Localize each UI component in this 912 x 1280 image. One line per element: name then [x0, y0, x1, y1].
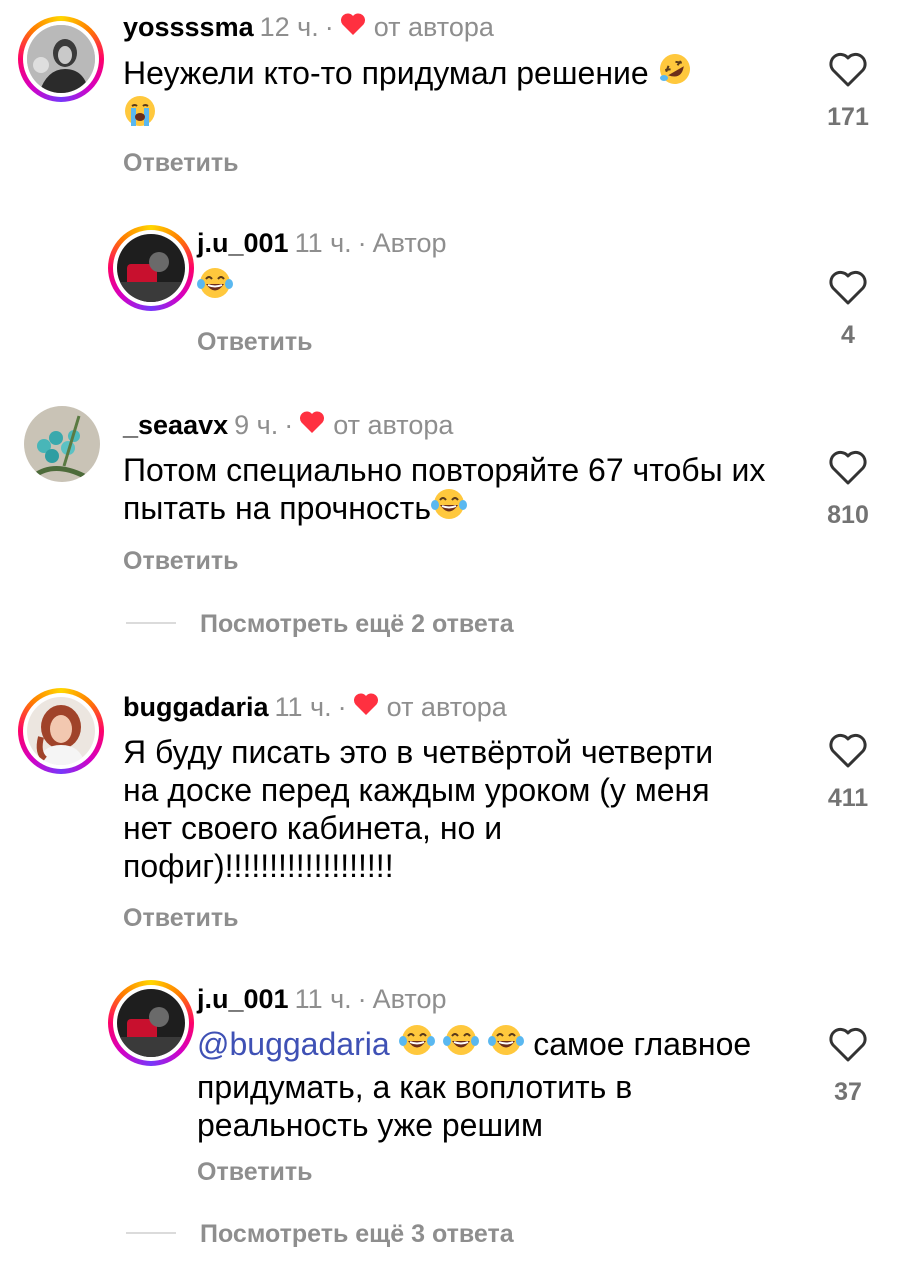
comment-line: реальность уже решим — [197, 1106, 544, 1143]
like-count: 171 — [827, 103, 869, 131]
separator-dot: · — [357, 228, 367, 258]
username[interactable]: j.u_001 — [197, 984, 289, 1014]
avatar-photo — [117, 989, 185, 1057]
timestamp: 11 ч. — [294, 984, 352, 1014]
like-heart-icon[interactable] — [808, 450, 888, 491]
like-control: 4 — [808, 270, 888, 350]
like-control: 411 — [808, 733, 888, 813]
tears-of-joy-emoji — [488, 1023, 525, 1065]
author-liked-heart-icon — [340, 10, 366, 44]
comment-text: Потом специально повторяйте 67 чтобы их … — [123, 451, 773, 532]
author-label: Автор — [372, 228, 447, 258]
like-heart-icon[interactable] — [808, 52, 888, 93]
comment-meta: j.u_001 11 ч. · Автор — [197, 226, 447, 260]
timestamp: 12 ч. — [259, 12, 319, 42]
separator-dot: · — [324, 12, 334, 42]
avatar[interactable] — [108, 980, 194, 1066]
avatar-photo — [24, 406, 100, 482]
comment-line: придумать, а как воплотить в — [197, 1068, 633, 1105]
comment-text: Я буду писать это в четвёртой четверти н… — [123, 733, 783, 885]
comment-meta: buggadaria 11 ч. · от автора — [123, 690, 507, 726]
divider — [126, 1232, 176, 1235]
comment-meta: _seaavx 9 ч. · от автора — [123, 408, 453, 444]
like-count: 4 — [841, 321, 855, 349]
username[interactable]: buggadaria — [123, 692, 269, 722]
author-liked-heart-icon — [353, 690, 379, 724]
comment-line: нет своего кабинета, но и — [123, 810, 503, 846]
separator-dot: · — [357, 984, 367, 1014]
author-label: Автор — [372, 984, 447, 1014]
comment-line: Я буду писать это в четвёртой четверти — [123, 734, 714, 770]
like-count: 810 — [827, 501, 869, 529]
separator-dot: · — [284, 410, 294, 440]
timestamp: 11 ч. — [294, 228, 352, 258]
username[interactable]: j.u_001 — [197, 228, 289, 258]
avatar[interactable] — [18, 688, 104, 774]
comment-meta: j.u_001 11 ч. · Автор — [197, 982, 447, 1016]
mention-link[interactable]: @buggadaria — [197, 1026, 390, 1062]
avatar-photo — [27, 25, 95, 93]
username[interactable]: yossssma — [123, 12, 254, 42]
reply-button[interactable]: Ответить — [123, 546, 239, 576]
comment-body: Неужели кто-то придумал решение — [123, 55, 649, 91]
avatar[interactable] — [18, 16, 104, 102]
rolling-on-floor-laughing-emoji — [658, 52, 692, 94]
reply-button[interactable]: Ответить — [123, 903, 239, 933]
comment-text: @buggadaria самое главное придумать, а к… — [197, 1023, 797, 1144]
author-liked-label: от автора — [333, 410, 454, 440]
reply-button[interactable]: Ответить — [197, 1157, 313, 1187]
tears-of-joy-emoji — [443, 1023, 480, 1065]
tears-of-joy-emoji — [398, 1023, 435, 1065]
divider — [126, 622, 176, 625]
comment-line: на доске перед каждым уроком (у меня — [123, 772, 710, 808]
avatar-photo — [117, 234, 185, 302]
author-liked-label: от автора — [386, 692, 507, 722]
like-control: 171 — [808, 52, 888, 132]
timestamp: 11 ч. — [274, 692, 332, 722]
like-heart-icon[interactable] — [808, 1027, 888, 1068]
comment-text — [197, 266, 837, 311]
like-control: 37 — [808, 1027, 888, 1107]
comment-body: самое главное — [533, 1026, 752, 1062]
author-liked-label: от автора — [373, 12, 494, 42]
tears-of-joy-emoji — [430, 487, 467, 529]
reply-button[interactable]: Ответить — [123, 148, 239, 178]
tears-of-joy-emoji — [197, 266, 233, 308]
view-more-replies-label: Посмотреть ещё 2 ответа — [200, 610, 514, 638]
reply-button[interactable]: Ответить — [197, 327, 313, 357]
username[interactable]: _seaavx — [123, 410, 228, 440]
like-count: 411 — [827, 784, 869, 812]
avatar-photo — [27, 697, 95, 765]
timestamp: 9 ч. — [234, 410, 279, 440]
view-more-replies-button[interactable]: Посмотреть ещё 2 ответа — [126, 609, 514, 639]
avatar[interactable] — [18, 400, 104, 486]
like-control: 810 — [808, 450, 888, 530]
like-count: 37 — [834, 1078, 862, 1106]
comment-line: пофиг)!!!!!!!!!!!!!!!!!!! — [123, 848, 394, 884]
separator-dot: · — [337, 692, 347, 722]
avatar[interactable] — [108, 225, 194, 311]
like-heart-icon[interactable] — [808, 270, 888, 311]
view-more-replies-button[interactable]: Посмотреть ещё 3 ответа — [126, 1219, 514, 1249]
view-more-replies-label: Посмотреть ещё 3 ответа — [200, 1220, 514, 1248]
loudly-crying-emoji — [123, 94, 157, 136]
comment-text: Неужели кто-то придумал решение — [123, 52, 763, 139]
comment-meta: yossssma 12 ч. · от автора — [123, 10, 494, 46]
comment-first-line: @buggadaria самое главное — [197, 1023, 797, 1068]
like-heart-icon[interactable] — [808, 733, 888, 774]
author-liked-heart-icon — [299, 408, 325, 442]
